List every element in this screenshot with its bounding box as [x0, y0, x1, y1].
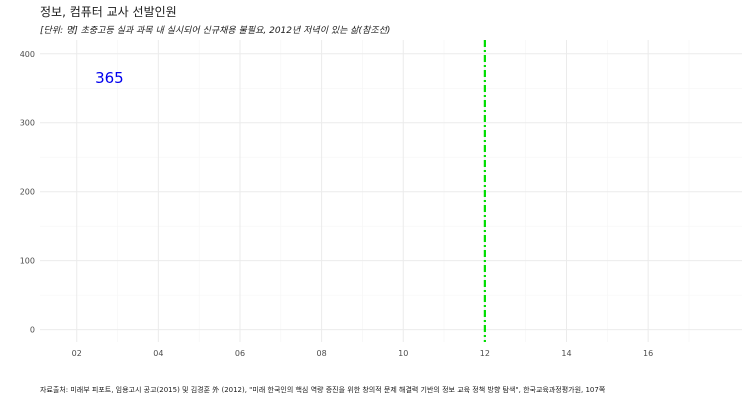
- y-tick-label: 200: [20, 188, 35, 197]
- x-tick-label: 12: [480, 349, 490, 358]
- grid: [40, 40, 742, 342]
- x-tick-label: 02: [72, 349, 82, 358]
- data-label: 365: [95, 69, 124, 87]
- x-tick-label: 10: [398, 349, 408, 358]
- y-tick-label: 100: [20, 257, 35, 266]
- y-tick-label: 300: [20, 119, 35, 128]
- y-tick-label: 400: [20, 50, 35, 59]
- chart-title: 정보, 컴퓨터 교사 선발인원: [40, 5, 177, 19]
- x-tick-label: 16: [643, 349, 653, 358]
- x-tick-label: 08: [317, 349, 327, 358]
- axis-labels: 0 100 200 300 400 02 04 06 08 10 12 14 16: [20, 50, 654, 358]
- chart-caption: 자료출처: 미래부 피포트, 임용고시 공고(2015) 및 김경훈 外 (20…: [40, 385, 606, 394]
- x-tick-label: 06: [235, 349, 245, 358]
- chart-subtitle: [단위: 명] 초중고등 실과 과목 내 실시되어 신규채용 불필요, 2012…: [40, 25, 390, 36]
- chart: 정보, 컴퓨터 교사 선발인원 [단위: 명] 초중고등 실과 과목 내 실시되…: [20, 5, 742, 394]
- x-tick-label: 04: [153, 349, 163, 358]
- y-tick-label: 0: [30, 326, 35, 335]
- chart-marks: 365: [95, 40, 486, 342]
- x-tick-label: 14: [561, 349, 571, 358]
